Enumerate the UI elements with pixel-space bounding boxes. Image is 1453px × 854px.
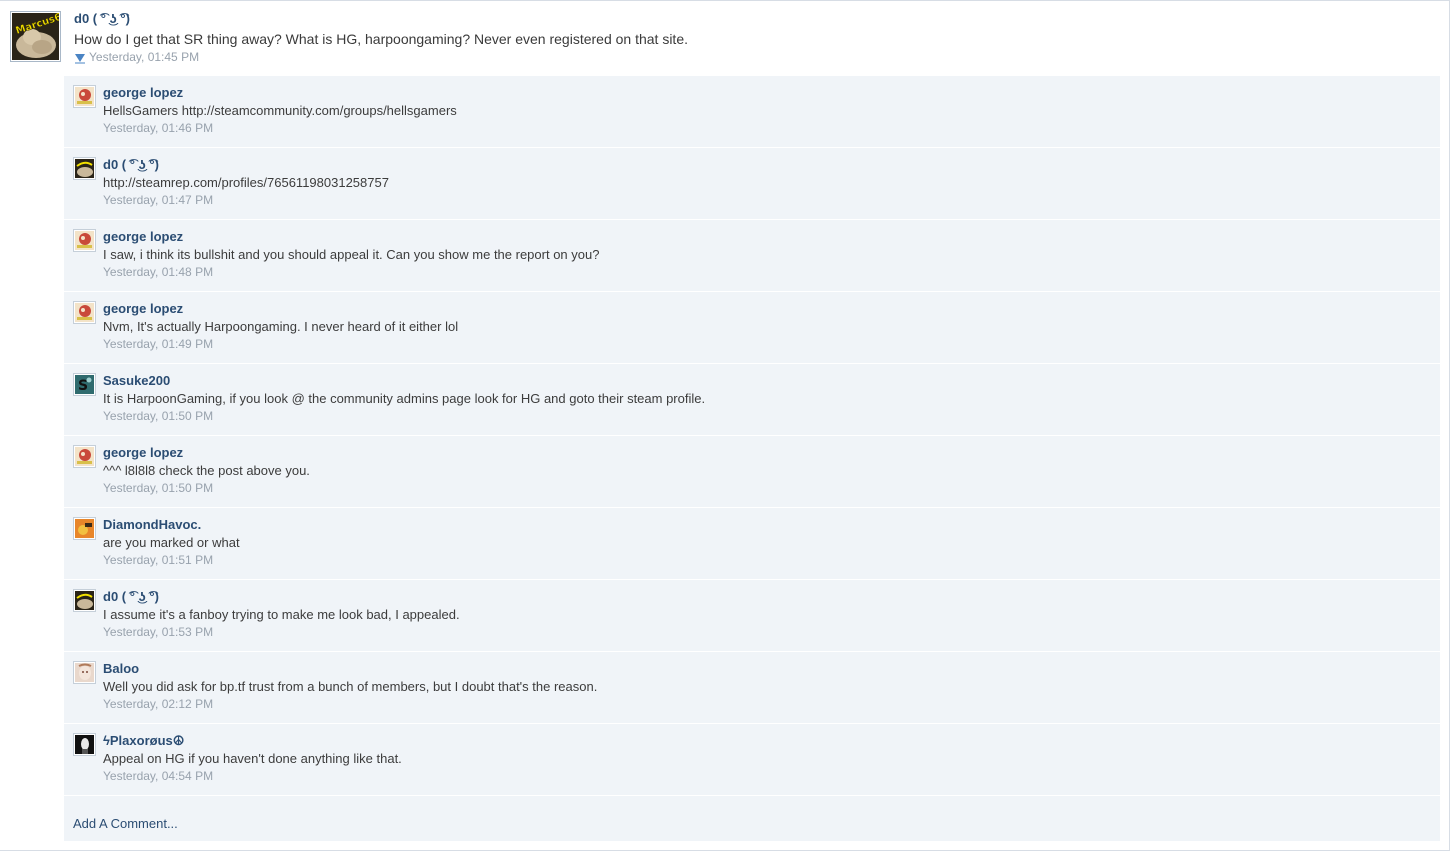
comment-message: It is HarpoonGaming, if you look @ the c… — [103, 391, 706, 406]
comment-timestamp: Yesterday, 04:54 PM — [103, 769, 214, 783]
d0-avatar[interactable] — [73, 157, 96, 180]
comment-list: george lopez HellsGamers http://steamcom… — [64, 76, 1440, 841]
comment-username[interactable]: ϟPlaxorøus☮ — [103, 733, 402, 749]
comment-item: DiamondHavoc. are you marked or what Yes… — [64, 508, 1440, 580]
comment-message: I assume it's a fanboy trying to make me… — [103, 607, 460, 622]
comment-username[interactable]: DiamondHavoc. — [103, 517, 240, 533]
diamondhavoc-avatar[interactable] — [73, 517, 96, 540]
comment-message: Well you did ask for bp.tf trust from a … — [103, 679, 598, 694]
comment-timestamp: Yesterday, 01:50 PM — [103, 409, 214, 423]
comment-item: george lopez I saw, i think its bullshit… — [64, 220, 1440, 292]
d0-avatar[interactable] — [73, 589, 96, 612]
george-lopez-avatar[interactable] — [73, 229, 96, 252]
george-lopez-avatar[interactable] — [73, 301, 96, 324]
comment-message: http://steamrep.com/profiles/76561198031… — [103, 175, 389, 190]
comment-timestamp: Yesterday, 01:47 PM — [103, 193, 214, 207]
comment-timestamp: Yesterday, 01:46 PM — [103, 121, 214, 135]
chevron-down-icon[interactable] — [74, 52, 86, 64]
comment-message: Appeal on HG if you haven't done anythin… — [103, 751, 402, 766]
comment-message: HellsGamers http://steamcommunity.com/gr… — [103, 103, 457, 118]
comment-username[interactable]: george lopez — [103, 85, 457, 101]
comment-timestamp: Yesterday, 01:50 PM — [103, 481, 214, 495]
comment-message: are you marked or what — [103, 535, 240, 550]
post-timestamp[interactable]: Yesterday, 01:45 PM — [89, 49, 199, 65]
avatar[interactable]: Marcus66 — [10, 11, 61, 62]
comment-message: ^^^ l8l8l8 check the post above you. — [103, 463, 310, 478]
comment-item: george lopez Nvm, It's actually Harpoong… — [64, 292, 1440, 364]
comment-username[interactable]: george lopez — [103, 301, 458, 317]
comment-timestamp: Yesterday, 01:51 PM — [103, 553, 214, 567]
baloo-avatar[interactable] — [73, 661, 96, 684]
comment-username[interactable]: d0 ( ͡° ͜ʖ ͡°) — [103, 589, 460, 605]
comment-timestamp: Yesterday, 01:48 PM — [103, 265, 214, 279]
post-body: d0 ( ͡° ͜ʖ ͡°) How do I get that SR thin… — [74, 11, 688, 65]
post-meta: Yesterday, 01:45 PM — [74, 49, 688, 65]
post-message: How do I get that SR thing away? What is… — [74, 31, 688, 47]
comment-item: S Sasuke200 It is HarpoonGaming, if you … — [64, 364, 1440, 436]
comment-username[interactable]: d0 ( ͡° ͜ʖ ͡°) — [103, 157, 389, 173]
sasuke-avatar[interactable]: S — [73, 373, 96, 396]
george-lopez-avatar[interactable] — [73, 85, 96, 108]
comment-timestamp: Yesterday, 01:49 PM — [103, 337, 214, 351]
add-comment-link[interactable]: Add A Comment... — [73, 816, 178, 831]
user-avatar-image: Marcus66 — [12, 13, 59, 60]
comment-item: george lopez ^^^ l8l8l8 check the post a… — [64, 436, 1440, 508]
comment-username[interactable]: Baloo — [103, 661, 597, 677]
comment-message: Nvm, It's actually Harpoongaming. I neve… — [103, 319, 459, 334]
comment-message: I saw, i think its bullshit and you shou… — [103, 247, 600, 262]
comment-item: Baloo Well you did ask for bp.tf trust f… — [64, 652, 1440, 724]
comment-timestamp: Yesterday, 02:12 PM — [103, 697, 214, 711]
post-username[interactable]: d0 ( ͡° ͜ʖ ͡°) — [74, 11, 688, 27]
plaxoraus-avatar[interactable] — [73, 733, 96, 756]
comment-item: george lopez HellsGamers http://steamcom… — [64, 76, 1440, 148]
comment-item: d0 ( ͡° ͜ʖ ͡°) I assume it's a fanboy tr… — [64, 580, 1440, 652]
comment-item: ϟPlaxorøus☮ Appeal on HG if you haven't … — [64, 724, 1440, 796]
comment-username[interactable]: george lopez — [103, 229, 599, 245]
comment-username[interactable]: george lopez — [103, 445, 310, 461]
george-lopez-avatar[interactable] — [73, 445, 96, 468]
comment-username[interactable]: Sasuke200 — [103, 373, 705, 389]
comment-item: d0 ( ͡° ͜ʖ ͡°) http://steamrep.com/profi… — [64, 148, 1440, 220]
comment-timestamp: Yesterday, 01:53 PM — [103, 625, 214, 639]
